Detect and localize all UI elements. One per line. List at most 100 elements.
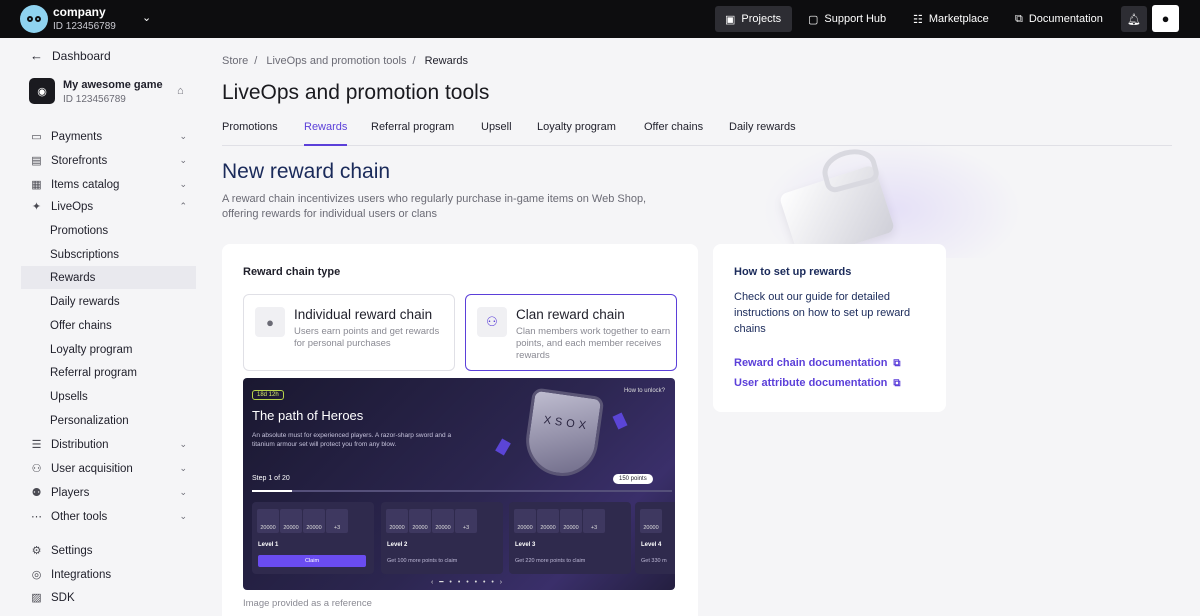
preview-title: The path of Heroes: [252, 408, 364, 423]
sidebar-item-personalization[interactable]: Personalization: [21, 409, 196, 432]
marketplace-button[interactable]: ☷ Marketplace: [903, 6, 999, 32]
game-selector[interactable]: ◉ My awesome game ID 123456789 ⌂: [29, 78, 194, 108]
company-id: ID 123456789: [53, 21, 116, 32]
level-name: Level 3: [515, 542, 536, 548]
level-hint: Get 330 m: [641, 558, 667, 564]
clan-title: Clan reward chain: [516, 307, 625, 322]
section-title: New reward chain: [222, 160, 391, 183]
individual-desc: Users earn points and get rewards for pe…: [294, 326, 440, 349]
claim-button: Claim: [258, 555, 366, 567]
preview-desc: An absolute must for experienced players…: [252, 432, 452, 448]
sidebar-item-integrations[interactable]: ◎ Integrations: [21, 563, 196, 586]
chevron-down-icon: ⌄: [179, 131, 187, 141]
help-desc: Check out our guide for detailed instruc…: [734, 291, 911, 335]
breadcrumb: Store / LiveOps and promotion tools / Rewa…: [222, 55, 468, 67]
company-logo[interactable]: [20, 5, 48, 33]
level-card: 20000 20000 20000 +3 Level 2 Get 100 more p…: [381, 502, 503, 574]
help-title: How to set up rewards: [734, 266, 852, 278]
sidebar-item-subscriptions[interactable]: Subscriptions: [21, 243, 196, 266]
sidebar-item-upsells[interactable]: Upsells: [21, 385, 196, 408]
level-items: 20000 20000 20000 +3: [514, 509, 606, 533]
documentation-button[interactable]: ⧉ Documentation: [1005, 6, 1113, 32]
chevron-down-icon: ⌄: [179, 511, 187, 521]
sidebar-item-user-acquisition[interactable]: ⚇ User acquisition ⌄: [21, 457, 196, 480]
points-badge: 150 points: [613, 474, 653, 484]
sidebar-item-payments[interactable]: ▭ Payments ⌄: [21, 125, 196, 148]
company-name[interactable]: company: [53, 5, 106, 19]
gear-icon: ⚙: [31, 545, 42, 557]
sidebar-item-liveops[interactable]: ✦ LiveOps ⌃: [21, 195, 196, 218]
projects-button[interactable]: ▣ Projects: [715, 6, 792, 32]
sidebar-item-items-catalog[interactable]: ▦ Items catalog ⌄: [21, 173, 196, 196]
wallet-icon: ▭: [31, 131, 42, 143]
chevron-down-icon: ⌄: [179, 463, 187, 473]
back-to-dashboard[interactable]: ← Dashboard: [30, 48, 111, 63]
tab-loyalty-program[interactable]: Loyalty program: [537, 121, 616, 146]
level-card: 20000 Level 4 Get 330 m: [635, 502, 675, 574]
projects-icon: ▣: [725, 13, 736, 26]
main-content: Store / LiveOps and promotion tools / Rewa…: [222, 38, 1200, 616]
sidebar-item-promotions[interactable]: Promotions: [21, 219, 196, 242]
sidebar-item-distribution[interactable]: ☰ Distribution ⌄: [21, 433, 196, 456]
tab-referral-program[interactable]: Referral program: [371, 121, 454, 146]
game-name: My awesome game: [63, 79, 163, 91]
sidebar-item-referral-program[interactable]: Referral program: [21, 361, 196, 384]
sidebar-item-storefronts[interactable]: ▤ Storefronts ⌄: [21, 149, 196, 172]
tab-bar: Promotions Rewards Referral program Upse…: [222, 118, 1172, 146]
chat-icon: ▢: [808, 13, 819, 26]
users-icon: ⚇: [477, 307, 507, 337]
chevron-down-icon[interactable]: ⌄: [142, 11, 151, 24]
user-icon: ●: [255, 307, 285, 337]
storefront-icon: ▤: [31, 155, 42, 167]
level-items: 20000 20000 20000 +3: [386, 509, 478, 533]
breadcrumb-store[interactable]: Store: [222, 55, 248, 67]
level-card: 20000 20000 20000 +3 Level 1 Claim: [252, 502, 374, 574]
level-hint: Get 220 more points to claim: [515, 558, 586, 564]
level-hint: Get 100 more points to claim: [387, 558, 458, 564]
sidebar-item-daily-rewards[interactable]: Daily rewards: [21, 290, 196, 313]
help-card: How to set up rewards Check out our guid…: [713, 244, 946, 412]
timer-badge: 18d 12h: [252, 390, 284, 400]
gem-illustration: [612, 412, 628, 430]
user-add-icon: ⚇: [31, 463, 42, 475]
sidebar-item-sdk[interactable]: ▨ SDK: [21, 586, 196, 609]
how-to-unlock: How to unlock?: [623, 388, 665, 394]
bell-icon[interactable]: 🔔︎: [1121, 6, 1147, 32]
integrations-icon: ◎: [31, 569, 42, 581]
chevron-down-icon: ⌄: [179, 179, 187, 189]
sidebar-item-loyalty-program[interactable]: Loyalty program: [21, 338, 196, 361]
clan-reward-chain-option[interactable]: ⚇ Clan reward chain Clan members work to…: [465, 294, 677, 371]
reward-chain-type-heading: Reward chain type: [243, 266, 341, 278]
step-counter: Step 1 of 20: [252, 475, 290, 482]
rocket-icon: ✦: [31, 201, 42, 213]
individual-reward-chain-option[interactable]: ● Individual reward chain Users earn poi…: [243, 294, 455, 371]
external-link-icon: ⧉: [1015, 12, 1023, 25]
level-name: Level 1: [258, 542, 279, 548]
tab-rewards[interactable]: Rewards: [304, 121, 348, 146]
home-icon[interactable]: ⌂: [177, 85, 184, 97]
breadcrumb-liveops[interactable]: LiveOps and promotion tools: [266, 55, 406, 67]
preview-caption: Image provided as a reference: [243, 598, 372, 609]
sidebar-item-rewards[interactable]: Rewards: [21, 266, 196, 289]
level-name: Level 4: [641, 542, 662, 548]
reward-chain-docs-link[interactable]: Reward chain documentation ⧉: [734, 357, 901, 369]
progress-fill: [252, 490, 292, 492]
page-title: LiveOps and promotion tools: [222, 81, 490, 104]
tab-upsell[interactable]: Upsell: [481, 121, 512, 146]
tab-offer-chains[interactable]: Offer chains: [644, 121, 703, 146]
sidebar-item-players[interactable]: ⚉ Players ⌄: [21, 481, 196, 504]
user-attribute-docs-link[interactable]: User attribute documentation ⧉: [734, 377, 901, 389]
support-hub-button[interactable]: ▢ Support Hub: [798, 6, 896, 32]
individual-title: Individual reward chain: [294, 307, 433, 322]
top-bar: company ID 123456789 ⌄ ▣ Projects ▢ Suppor…: [0, 0, 1200, 38]
shield-illustration: XSOX: [521, 387, 605, 481]
level-name: Level 2: [387, 542, 408, 548]
level-card: 20000 20000 20000 +3 Level 3 Get 220 more p…: [509, 502, 631, 574]
arrow-left-icon: ←: [30, 48, 43, 63]
sidebar-item-settings[interactable]: ⚙ Settings: [21, 539, 196, 562]
tab-promotions[interactable]: Promotions: [222, 121, 278, 146]
clan-desc: Clan members work together to earn point…: [516, 326, 671, 361]
user-avatar-icon[interactable]: ●: [1152, 5, 1179, 32]
sidebar-item-other-tools[interactable]: ⋯ Other tools ⌄: [21, 505, 196, 528]
sidebar-item-offer-chains[interactable]: Offer chains: [21, 314, 196, 337]
